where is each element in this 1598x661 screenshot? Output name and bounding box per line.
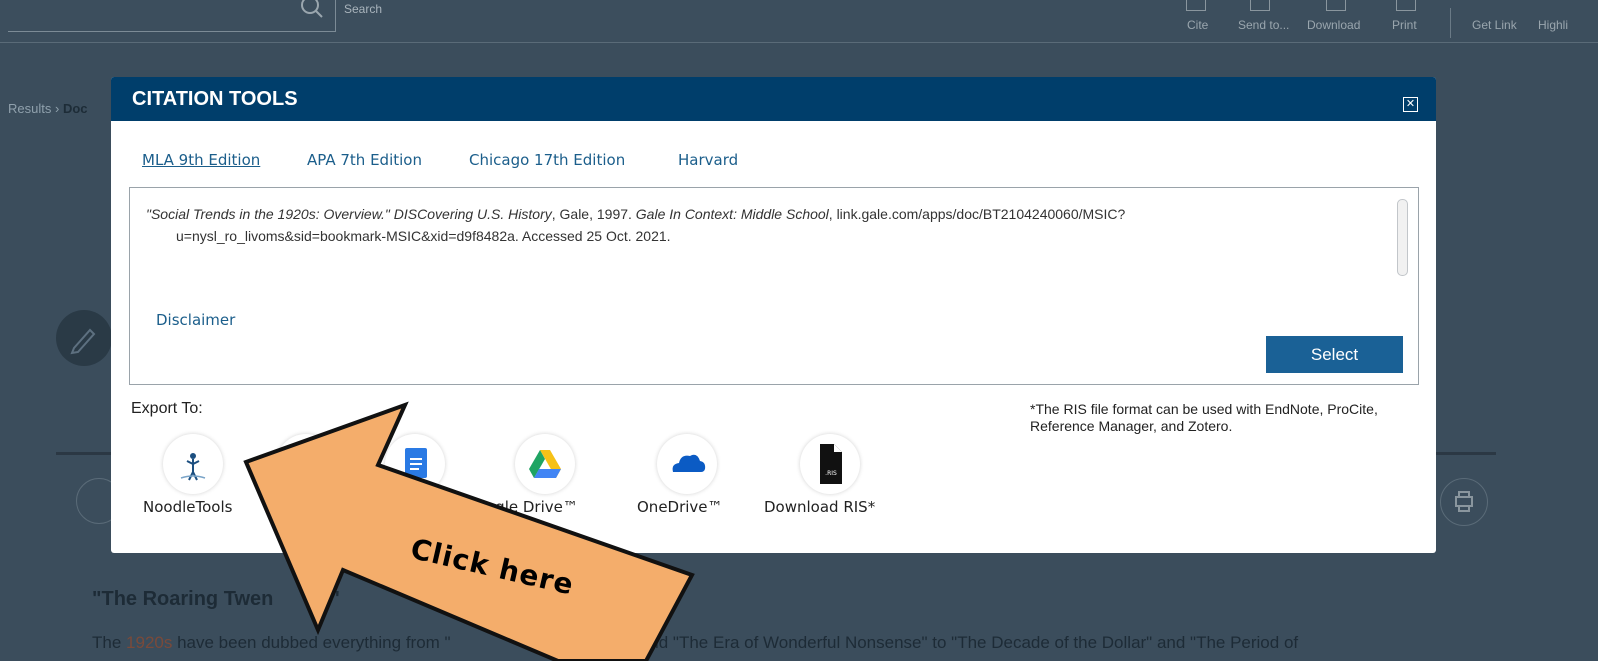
annotation-arrow	[243, 401, 695, 661]
arrow-shape	[243, 401, 695, 661]
